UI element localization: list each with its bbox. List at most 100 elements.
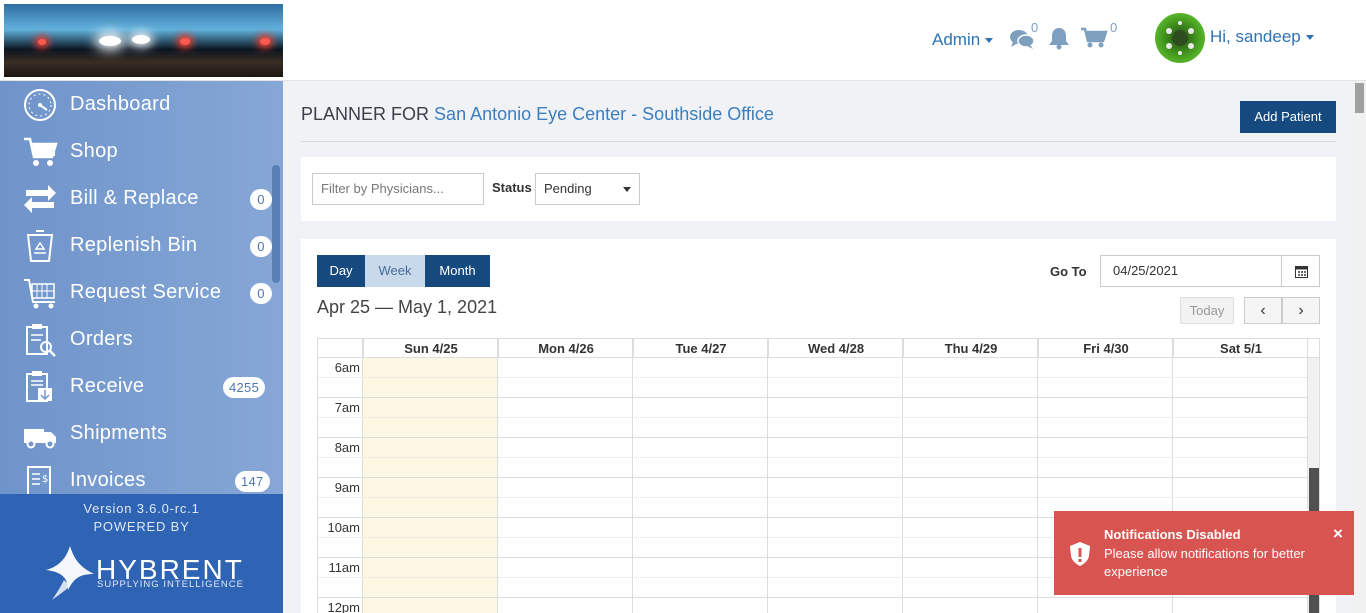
- notifications-bell-icon[interactable]: [1047, 26, 1071, 50]
- badge-count: 0: [250, 189, 272, 210]
- toast-message: Please allow notifications for better ex…: [1104, 546, 1305, 579]
- powered-by-text: POWERED BY: [93, 519, 190, 534]
- svg-text:$: $: [42, 474, 49, 485]
- status-value: Pending: [544, 181, 592, 196]
- sidebar-nav: Dashboard Shop Bill & Replace 0 Replenis…: [0, 81, 283, 494]
- sidebar-item-replenish-bin[interactable]: Replenish Bin 0: [0, 222, 272, 269]
- sidebar-item-bill-replace[interactable]: Bill & Replace 0: [0, 175, 272, 222]
- close-icon[interactable]: ×: [1333, 524, 1343, 544]
- sidebar-item-shipments[interactable]: Shipments: [0, 410, 270, 457]
- filter-panel: Filter by Physicians... Status Pending: [301, 157, 1336, 221]
- receive-clipboard-icon: [26, 371, 52, 402]
- cart-icon[interactable]: [1080, 27, 1108, 49]
- user-greeting: Hi, sandeep: [1210, 27, 1301, 46]
- view-week-button[interactable]: Week: [365, 255, 425, 287]
- today-button[interactable]: Today: [1180, 297, 1234, 324]
- page-scrollbar-thumb[interactable]: [1355, 83, 1364, 113]
- company-logo-image[interactable]: [4, 4, 283, 77]
- user-menu[interactable]: Hi, sandeep: [1210, 27, 1314, 47]
- sidebar-scrollbar[interactable]: [272, 165, 280, 283]
- time-label: 6am: [334, 360, 360, 375]
- app-root: Admin 0 0 Hi, sandeep Dashboard Shop Bil…: [0, 0, 1366, 613]
- sidebar-item-orders[interactable]: Orders: [0, 316, 270, 363]
- time-label: 9am: [334, 480, 360, 495]
- sidebar-item-label: Bill & Replace: [70, 187, 199, 209]
- goto-label: Go To: [1050, 264, 1087, 279]
- physician-filter-input[interactable]: Filter by Physicians...: [312, 173, 484, 205]
- chevron-down-icon: [985, 38, 994, 44]
- sidebar-item-label: Replenish Bin: [70, 234, 198, 256]
- orders-clipboard-icon: [26, 324, 56, 357]
- day-header: Sat 5/1: [1173, 339, 1308, 358]
- grid-line: [497, 339, 498, 613]
- day-header: Wed 4/28: [768, 339, 903, 358]
- sidebar-item-label: Dashboard: [70, 93, 171, 115]
- brand-tagline: SUPPLYING INTELLIGENCE: [97, 579, 244, 590]
- time-label: 7am: [334, 400, 360, 415]
- notification-toast: Notifications Disabled Please allow noti…: [1054, 511, 1354, 595]
- page-scrollbar[interactable]: [1353, 81, 1366, 613]
- grid-half-hour-line: [318, 497, 1307, 498]
- sidebar-item-label: Request Service: [70, 281, 222, 303]
- status-select[interactable]: Pending: [535, 173, 640, 205]
- time-label: 11am: [328, 560, 360, 575]
- goto-date-input[interactable]: 04/25/2021: [1100, 255, 1282, 287]
- grid-half-hour-line: [318, 377, 1307, 378]
- grid-line: [362, 339, 363, 613]
- chevron-left-icon: ‹: [1260, 302, 1266, 319]
- admin-label: Admin: [932, 30, 981, 49]
- grid-line: [902, 339, 903, 613]
- badge-count: 0: [250, 283, 272, 304]
- dashboard-gauge-icon: [24, 89, 56, 121]
- grid-half-hour-line: [318, 457, 1307, 458]
- sidebar-item-label: Invoices: [70, 469, 146, 491]
- delivery-truck-icon: [24, 429, 56, 449]
- office-name-link[interactable]: San Antonio Eye Center - Southside Offic…: [434, 104, 774, 124]
- admin-menu[interactable]: Admin: [932, 30, 994, 50]
- add-patient-button[interactable]: Add Patient: [1240, 101, 1336, 133]
- next-week-button[interactable]: ›: [1282, 297, 1320, 324]
- sidebar-item-receive[interactable]: Receive 4255: [0, 363, 270, 410]
- divider: [301, 141, 1336, 142]
- calendar-icon: [1295, 266, 1308, 278]
- grid-hour-line: [318, 477, 1307, 478]
- view-day-button[interactable]: Day: [317, 255, 365, 287]
- toast-title: Notifications Disabled: [1104, 527, 1241, 542]
- sidebar-item-label: Shop: [70, 140, 118, 162]
- time-label: 10am: [327, 520, 360, 535]
- request-service-cart-icon: [24, 279, 55, 309]
- badge-count: 147: [235, 471, 270, 492]
- cart-count: 0: [1110, 20, 1118, 35]
- sidebar-item-shop[interactable]: Shop: [0, 128, 270, 175]
- status-label: Status: [492, 180, 532, 195]
- view-month-button[interactable]: Month: [425, 255, 490, 287]
- page-title: PLANNER FOR San Antonio Eye Center - Sou…: [301, 104, 774, 125]
- sidebar-footer: Version 3.6.0-rc.1 POWERED BY HYBRENT SU…: [0, 494, 283, 613]
- sidebar-item-request-service[interactable]: Request Service 0: [0, 269, 272, 316]
- day-header: Thu 4/29: [903, 339, 1038, 358]
- day-header: Mon 4/26: [498, 339, 633, 358]
- sidebar-item-label: Shipments: [70, 422, 168, 444]
- sidebar-item-label: Orders: [70, 328, 133, 350]
- badge-count: 4255: [223, 377, 266, 398]
- messages-count: 0: [1031, 20, 1039, 35]
- version-text: Version 3.6.0-rc.1: [83, 501, 200, 516]
- badge-count: 0: [250, 236, 272, 257]
- grid-hour-line: [318, 597, 1307, 598]
- sidebar-item-invoices[interactable]: $ Invoices 147: [0, 457, 270, 494]
- sidebar-item-label: Receive: [70, 375, 145, 397]
- chevron-right-icon: ›: [1298, 302, 1304, 319]
- hybrent-bird-logo-icon: [46, 546, 94, 600]
- day-header: Tue 4/27: [633, 339, 768, 358]
- calendar-date-range: Apr 25 — May 1, 2021: [317, 297, 498, 317]
- prev-week-button[interactable]: ‹: [1244, 297, 1282, 324]
- day-header: Sun 4/25: [363, 339, 498, 358]
- user-avatar[interactable]: [1155, 13, 1205, 63]
- sidebar-item-dashboard[interactable]: Dashboard: [0, 81, 270, 128]
- grid-half-hour-line: [318, 417, 1307, 418]
- top-header: Admin 0 0 Hi, sandeep: [0, 0, 1366, 81]
- grid-hour-line: [318, 397, 1307, 398]
- calendar-picker-button[interactable]: [1281, 255, 1320, 287]
- title-prefix: PLANNER FOR: [301, 104, 430, 124]
- grid-line: [767, 339, 768, 613]
